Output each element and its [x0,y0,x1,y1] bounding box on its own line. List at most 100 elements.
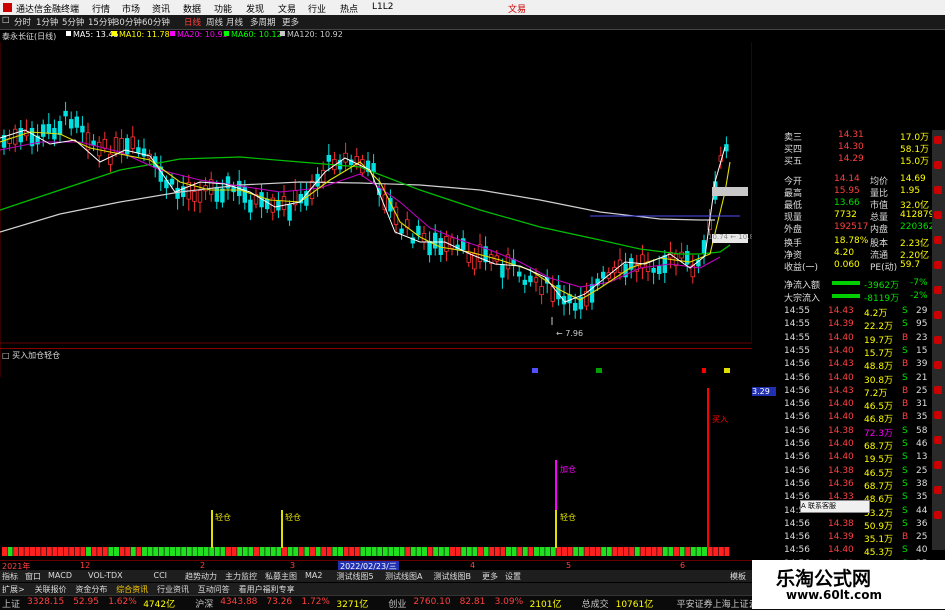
side-tool-icon[interactable] [934,461,942,469]
signal-block [685,547,691,556]
menu-item[interactable]: 市场 [122,2,140,15]
signal-block [366,547,371,556]
side-tool-icon[interactable] [934,136,942,144]
tick-count: 35 [916,412,928,423]
indicator-tab[interactable]: 测试线图5 [337,571,374,582]
indicator-tab[interactable]: MA2 [305,571,322,580]
signal-block [517,547,523,556]
indicator-tab[interactable]: MACD [48,571,72,580]
window-title: 通达信金融终端 [16,5,80,15]
indicator-tab[interactable]: 设置 [505,571,521,582]
date-mark: 12 [80,561,91,570]
info-tab[interactable]: 扩展> [2,584,25,595]
side-tool-icon[interactable] [934,161,942,169]
period-tab[interactable]: 1分钟 [36,16,58,28]
period-tab[interactable]: 60分钟 [142,16,170,28]
info-tab[interactable]: 看用户福利专享 [239,584,295,595]
side-tool-icon[interactable] [934,436,942,444]
signal-block [657,547,663,556]
indicator-tab[interactable]: 指标 [2,571,18,582]
side-tool-icon[interactable] [934,361,942,369]
info-tabs: 扩展> 关联报价 资金分布 综合资讯 行业资讯 互动问答 看用户福利专享 [0,583,760,595]
indicator-tabs: 指标 窗口 MACD VOL-TDX CCI 趋势动力 主力监控 私募主图 MA2 测试线图5 测试… [0,570,760,582]
info-tab[interactable]: 关联报价 [35,584,67,595]
side-tool-icon[interactable] [934,261,942,269]
flow-pct: -2% [910,291,928,301]
stat-value: 0.060 [834,260,860,270]
side-tool-icon[interactable] [934,411,942,419]
signal-block [724,547,730,556]
period-tab[interactable]: 15分钟 [88,16,116,28]
period-tab[interactable]: 更多 [282,16,299,28]
indicator-tab[interactable]: CCI [154,571,168,580]
signal-block [198,547,203,556]
side-scrollbar[interactable] [932,130,945,550]
side-tool-icon[interactable] [934,336,942,344]
side-tool-icon[interactable] [934,286,942,294]
signal-block [186,547,192,556]
menu-item[interactable]: 数据 [183,2,201,15]
menu-item[interactable]: 行情 [92,2,110,15]
tick-time: 14:56 [784,465,810,476]
indicator-tab[interactable]: 测试线图B [434,571,472,582]
side-tool-icon[interactable] [934,311,942,319]
status-item: 3.09% [494,597,524,607]
menu-item[interactable]: 功能 [214,2,232,15]
price-chart[interactable]: ← 7.96 10.74 ← 10.8 13.0012.5012.0011.50… [0,42,752,377]
side-tool-icon[interactable] [934,486,942,494]
signal-block [18,547,24,556]
toolbar-icon[interactable]: ☐ [2,16,10,26]
tick-time: 14:56 [784,518,810,529]
signal-block [612,547,618,556]
signal-block [164,547,170,556]
menu-item[interactable]: 行业 [308,2,326,15]
tick-price: 14.40 [828,399,854,410]
signal-block [102,547,108,556]
period-tab[interactable]: 5分钟 [62,16,84,28]
status-item: 3271亿 [336,600,369,610]
candle-body [522,279,527,285]
indicator-tab[interactable]: 私募主图 [265,571,297,582]
indicator-tab[interactable]: 主力监控 [225,571,257,582]
signal-block [170,547,175,556]
side-tool-icon[interactable] [934,386,942,394]
info-tab[interactable]: 行业资讯 [157,584,189,595]
period-tab[interactable]: 分时 [14,16,31,28]
period-tab[interactable]: 日线 [184,16,201,28]
indicator-tab[interactable]: VOL-TDX [88,571,123,580]
side-tool-icon[interactable] [934,511,942,519]
template-tab[interactable]: 模板 [730,571,746,582]
menu-item[interactable]: 文易 [278,2,296,15]
period-tab[interactable]: 月线 [226,16,243,28]
period-tab[interactable]: 多周期 [250,16,276,28]
indicator-tab[interactable]: 窗口 [25,571,41,582]
menu-item[interactable]: 热点 [340,2,358,15]
support-popup[interactable]: A 联系客服 [800,500,870,513]
stat-label: PE(动) [870,263,898,273]
side-tool-icon[interactable] [934,236,942,244]
indicator-chart[interactable]: 4.003.503.002.502.001.501.000.50 轻仓 轻仓 加… [0,348,752,560]
period-tab[interactable]: 30分钟 [114,16,142,28]
ma-value: MA60: 10.12 [231,30,282,39]
side-tool-icon[interactable] [934,186,942,194]
indicator-tab[interactable]: 更多 [482,571,498,582]
status-item: 1.72% [301,597,330,607]
window-right-label[interactable]: 文易 [508,2,526,15]
indicator-tab[interactable]: 趋势动力 [185,571,217,582]
menu-item[interactable]: L1L2 [372,2,393,12]
period-tab[interactable]: 周线 [206,16,223,28]
tick-side: S [902,518,908,529]
tick-side: S [902,306,908,316]
candle-body [119,138,124,153]
flow-bar [832,281,860,285]
side-tool-icon[interactable] [934,211,942,219]
menu-item[interactable]: 资讯 [152,2,170,15]
signal-block [259,547,265,556]
menu-item[interactable]: 发现 [246,2,264,15]
indicator-tab[interactable]: 测试线图A [385,571,422,582]
tick-price: 14.36 [828,478,854,489]
tick-side: S [902,439,908,449]
info-tab[interactable]: 资金分布 [75,584,107,595]
info-tab[interactable]: 综合资讯 [116,584,148,595]
info-tab[interactable]: 互动问答 [198,584,230,595]
